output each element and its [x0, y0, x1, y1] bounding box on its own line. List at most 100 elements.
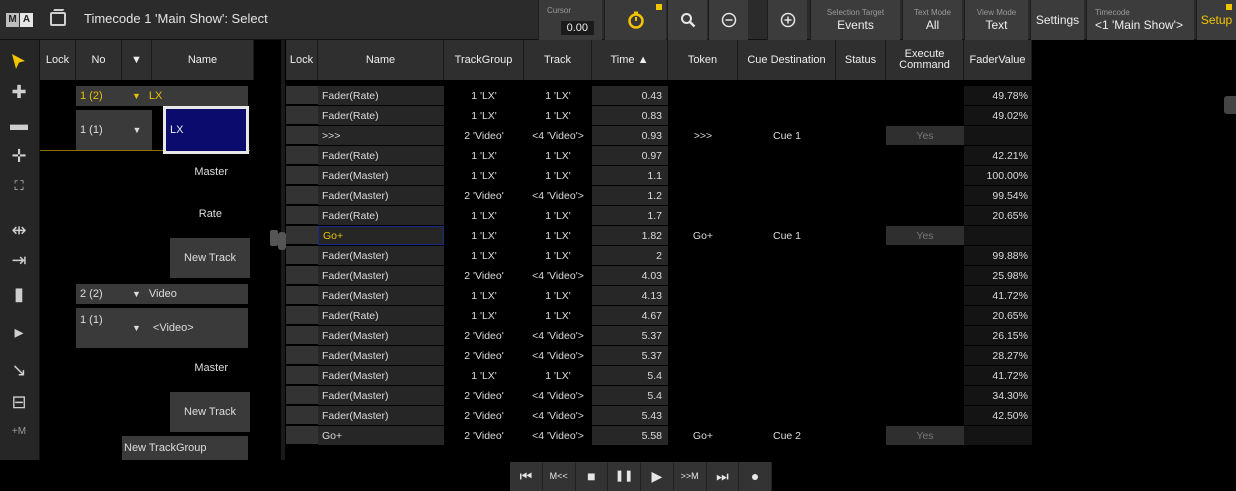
cell-fadervalue[interactable]: 49.78%: [964, 86, 1032, 105]
col-lock-header[interactable]: Lock: [286, 40, 318, 80]
cell-time[interactable]: 0.93: [592, 126, 668, 145]
cell-cue-destination[interactable]: Cue 1: [738, 226, 836, 245]
cell-status[interactable]: [836, 166, 886, 185]
cell-name[interactable]: Fader(Master): [318, 386, 444, 405]
cell-token[interactable]: Go+: [668, 426, 738, 445]
zoom-button[interactable]: [667, 0, 707, 40]
cell-token[interactable]: [668, 86, 738, 105]
track-lx-name-selected[interactable]: LX: [163, 106, 249, 154]
cell-track[interactable]: <4 'Video'>: [524, 386, 592, 405]
cell-trackgroup[interactable]: 2 'Video': [444, 426, 524, 445]
insert-tool[interactable]: ⇥: [4, 246, 34, 274]
cell-track[interactable]: 1 'LX': [524, 206, 592, 225]
table-row[interactable]: Fader(Rate) 1 'LX' 1 'LX' 1.7 20.65%: [286, 206, 1032, 225]
cell-status[interactable]: [836, 226, 886, 245]
cell-status[interactable]: [836, 386, 886, 405]
cell-name[interactable]: Fader(Master): [318, 346, 444, 365]
record-timer-button[interactable]: [604, 0, 666, 40]
tree-lock-header[interactable]: Lock: [40, 40, 76, 80]
cell-token[interactable]: [668, 406, 738, 425]
cell-execute-command[interactable]: [886, 326, 964, 345]
cell-name[interactable]: >>>: [318, 126, 444, 145]
cell-track[interactable]: <4 'Video'>: [524, 346, 592, 365]
cell-trackgroup[interactable]: 2 'Video': [444, 346, 524, 365]
cell-fadervalue[interactable]: 42.50%: [964, 406, 1032, 425]
cell-status[interactable]: [836, 266, 886, 285]
cell-fadervalue[interactable]: 34.30%: [964, 386, 1032, 405]
cell-name[interactable]: Fader(Master): [318, 266, 444, 285]
cell-lock[interactable]: [286, 366, 318, 385]
text-mode-button[interactable]: Text Mode All: [902, 0, 962, 40]
track-lx-no[interactable]: 1 (1): [76, 110, 122, 150]
record-button[interactable]: ●: [739, 462, 772, 491]
add-tool[interactable]: ✚: [4, 78, 34, 106]
cursor-display[interactable]: Cursor 0.00: [538, 0, 602, 40]
cell-execute-command[interactable]: [886, 186, 964, 205]
table-row[interactable]: Fader(Rate) 1 'LX' 1 'LX' 0.43 49.78%: [286, 86, 1032, 105]
table-row[interactable]: Fader(Rate) 1 'LX' 1 'LX' 4.67 20.65%: [286, 306, 1032, 325]
cell-fadervalue[interactable]: [964, 126, 1032, 145]
cell-lock[interactable]: [286, 326, 318, 345]
cell-track[interactable]: 1 'LX': [524, 306, 592, 325]
cell-token[interactable]: [668, 166, 738, 185]
cell-fadervalue[interactable]: 99.54%: [964, 186, 1032, 205]
trackgroup-lx-no[interactable]: 1 (2): [76, 86, 122, 106]
cell-trackgroup[interactable]: 1 'LX': [444, 146, 524, 165]
cell-status[interactable]: [836, 246, 886, 265]
subtrack-master-video[interactable]: Master: [152, 358, 250, 378]
cell-token[interactable]: [668, 286, 738, 305]
cell-cue-destination[interactable]: [738, 206, 836, 225]
select-pointer-tool[interactable]: [4, 52, 34, 80]
cell-time[interactable]: 0.97: [592, 146, 668, 165]
cell-token[interactable]: [668, 186, 738, 205]
cell-lock[interactable]: [286, 86, 318, 105]
zoom-in-button[interactable]: [767, 0, 807, 40]
cell-name[interactable]: Fader(Rate): [318, 146, 444, 165]
col-time-header[interactable]: Time ▲: [592, 40, 668, 80]
table-row[interactable]: Fader(Master) 2 'Video' <4 'Video'> 5.4 34.3…: [286, 386, 1032, 405]
cell-fadervalue[interactable]: 20.65%: [964, 206, 1032, 225]
zoom-out-button[interactable]: [708, 0, 748, 40]
cell-lock[interactable]: [286, 126, 318, 145]
cell-cue-destination[interactable]: Cue 2: [738, 426, 836, 445]
cell-cue-destination[interactable]: [738, 146, 836, 165]
cell-cue-destination[interactable]: [738, 326, 836, 345]
cell-lock[interactable]: [286, 186, 318, 205]
cell-track[interactable]: <4 'Video'>: [524, 266, 592, 285]
cell-time[interactable]: 1.82: [592, 226, 668, 245]
table-row[interactable]: Fader(Master) 2 'Video' <4 'Video'> 5.37 26.…: [286, 326, 1032, 345]
cell-time[interactable]: 4.03: [592, 266, 668, 285]
pause-button[interactable]: ❚❚: [608, 462, 641, 491]
cell-trackgroup[interactable]: 1 'LX': [444, 246, 524, 265]
tree-expand-header[interactable]: ▼: [122, 40, 152, 80]
cell-trackgroup[interactable]: 1 'LX': [444, 166, 524, 185]
cell-cue-destination[interactable]: [738, 386, 836, 405]
cell-time[interactable]: 1.7: [592, 206, 668, 225]
cell-fadervalue[interactable]: 42.21%: [964, 146, 1032, 165]
cell-fadervalue[interactable]: 20.65%: [964, 306, 1032, 325]
table-row[interactable]: Go+ 1 'LX' 1 'LX' 1.82 Go+ Cue 1 Yes: [286, 226, 1032, 245]
cell-name[interactable]: Fader(Rate): [318, 106, 444, 125]
col-token-header[interactable]: Token: [668, 40, 738, 80]
track-video-name[interactable]: ▼ <Video>: [122, 308, 248, 348]
cell-token[interactable]: >>>: [668, 126, 738, 145]
cell-fadervalue[interactable]: 41.72%: [964, 286, 1032, 305]
cell-token[interactable]: [668, 106, 738, 125]
go-to-start-button[interactable]: ⏮: [510, 462, 543, 491]
cell-trackgroup[interactable]: 1 'LX': [444, 86, 524, 105]
cell-status[interactable]: [836, 306, 886, 325]
col-track-header[interactable]: Track: [524, 40, 592, 80]
cell-lock[interactable]: [286, 166, 318, 185]
timecode-select-button[interactable]: Timecode <1 'Main Show'>: [1086, 0, 1194, 40]
table-row[interactable]: Fader(Master) 1 'LX' 1 'LX' 5.4 41.72%: [286, 366, 1032, 385]
col-trackgroup-header[interactable]: TrackGroup: [444, 40, 524, 80]
cell-cue-destination[interactable]: [738, 286, 836, 305]
cell-execute-command[interactable]: Yes: [886, 226, 964, 245]
table-row[interactable]: Fader(Master) 2 'Video' <4 'Video'> 4.03 25.…: [286, 266, 1032, 285]
track-lx-expand[interactable]: ▼: [122, 110, 152, 150]
cell-time[interactable]: 5.58: [592, 426, 668, 445]
cell-status[interactable]: [836, 406, 886, 425]
cell-track[interactable]: 1 'LX': [524, 246, 592, 265]
settings-button[interactable]: Settings: [1030, 0, 1084, 40]
new-track-button[interactable]: New Track: [170, 238, 250, 278]
